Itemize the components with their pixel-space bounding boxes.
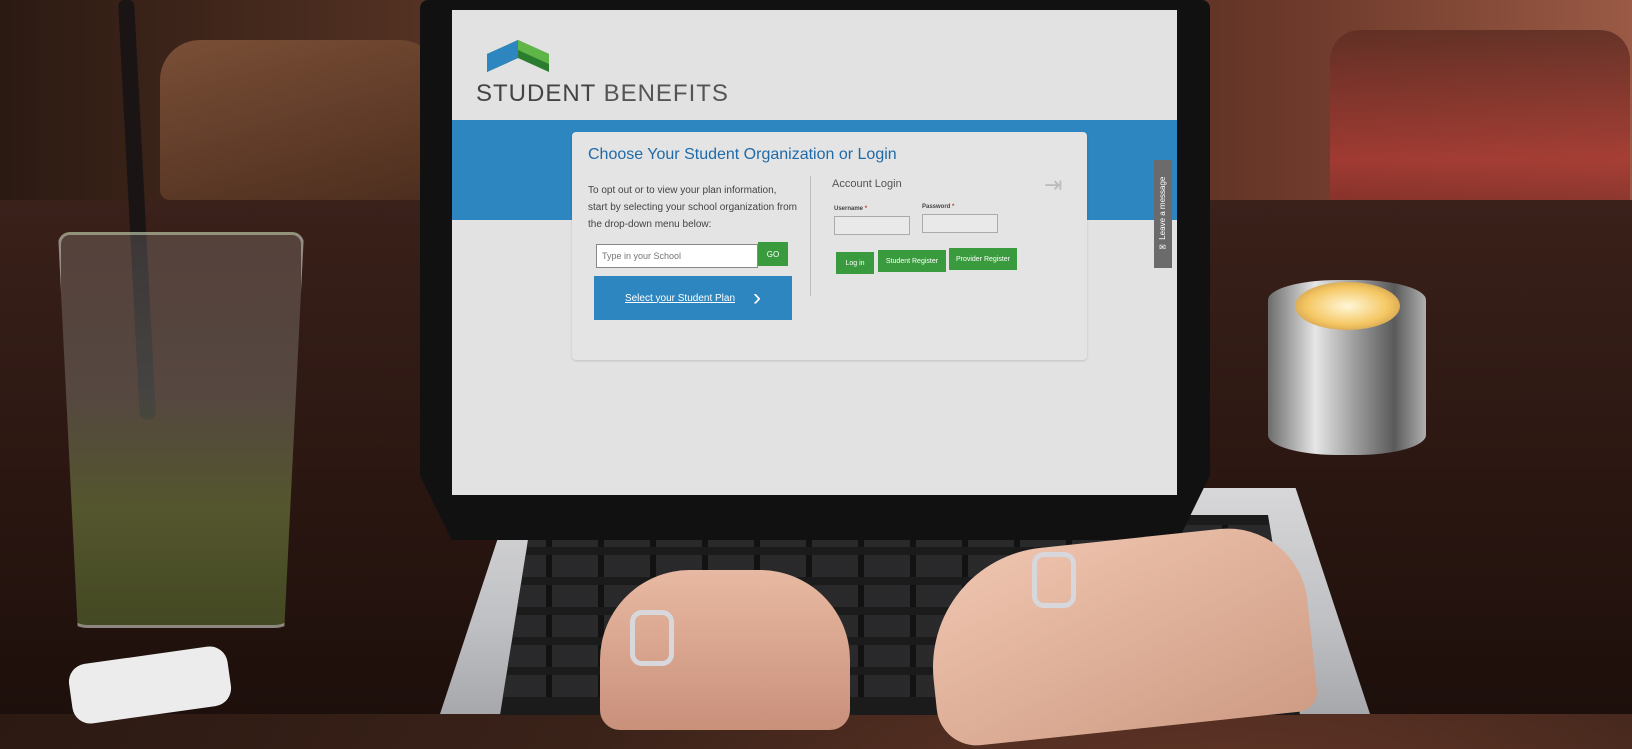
intro-text: To opt out or to view your plan informat…: [588, 185, 797, 230]
candle-flame: [1295, 282, 1400, 330]
sign-in-icon[interactable]: ⇥: [1044, 172, 1066, 197]
student-register-button[interactable]: Student Register: [878, 250, 946, 272]
wooden-chair: [160, 40, 440, 200]
select-student-plan-button[interactable]: Select your Student Plan ›: [594, 276, 792, 320]
chevron-right-icon: ›: [753, 284, 762, 311]
laptop-screen: STUDENT BENEFITS Choose Your Student Org…: [452, 10, 1177, 495]
login-card: Choose Your Student Organization or Logi…: [572, 132, 1087, 360]
ring: [630, 610, 674, 666]
password-field[interactable]: [922, 214, 998, 233]
provider-register-button[interactable]: Provider Register: [949, 248, 1017, 270]
account-login-title: Account Login: [832, 178, 902, 190]
go-button[interactable]: GO: [758, 242, 788, 266]
password-label: Password *: [922, 204, 955, 210]
logo-icon: [487, 40, 549, 72]
site-logo-text: STUDENT BENEFITS: [476, 80, 729, 107]
drink-glass: [58, 232, 304, 628]
ring: [1032, 552, 1076, 608]
side-tab-label: Leave a message: [1158, 176, 1167, 240]
school-search-input[interactable]: [596, 244, 758, 268]
card-title: Choose Your Student Organization or Logi…: [588, 146, 897, 163]
username-label: Username *: [834, 206, 868, 212]
login-button[interactable]: Log in: [836, 252, 874, 274]
envelope-icon: ✉: [1158, 242, 1167, 252]
section-divider: [810, 176, 811, 296]
leave-message-tab[interactable]: ✉ Leave a message: [1154, 160, 1172, 268]
username-field[interactable]: [834, 216, 910, 235]
plan-button-label: Select your Student Plan: [624, 292, 736, 304]
